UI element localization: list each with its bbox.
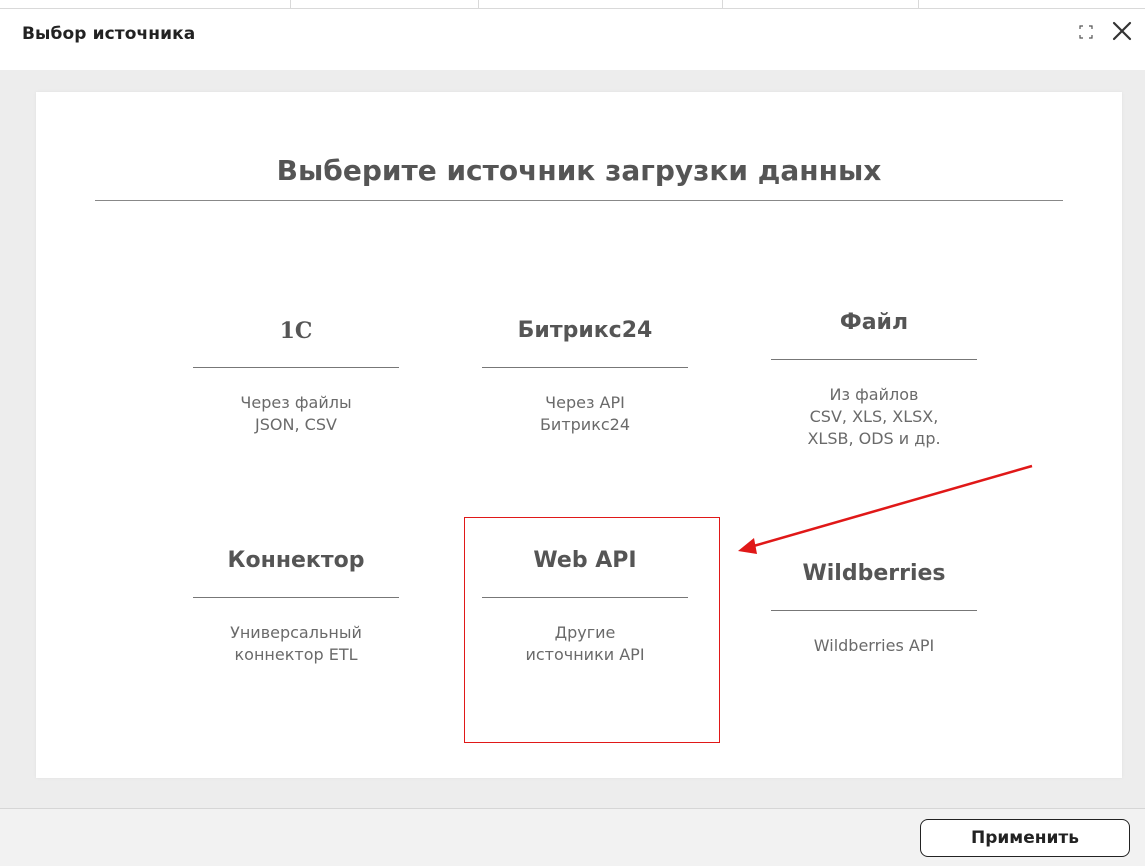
source-selection-dialog: Выбор источника Выберите источник загруз… [0, 0, 1145, 866]
option-description: Через файлы JSON, CSV [240, 393, 352, 434]
source-option-wildberries[interactable]: Wildberries Wildberries API [771, 560, 977, 657]
option-divider [771, 610, 977, 611]
option-title: Битрикс24 [517, 318, 653, 343]
close-icon[interactable] [1111, 20, 1133, 46]
apply-button[interactable]: Применить [920, 819, 1130, 857]
source-option-connector[interactable]: Коннектор Универсальный коннектор ETL [193, 547, 399, 666]
source-option-1c[interactable]: 1C Через файлы JSON, CSV [193, 317, 399, 436]
top-divider [0, 0, 1145, 9]
dialog-content: Выберите источник загрузки данных 1C Чер… [0, 70, 1145, 808]
expand-icon[interactable] [1079, 24, 1093, 43]
dialog-footer: Применить [0, 808, 1145, 866]
source-card: Выберите источник загрузки данных 1C Чер… [36, 92, 1122, 778]
option-description: Wildberries API [813, 636, 935, 655]
option-description: Из файлов CSV, XLS, XLSX, XLSB, ODS и др… [807, 385, 941, 448]
option-description: Другие источники API [525, 623, 645, 664]
option-divider [193, 597, 399, 598]
source-option-bitrix24[interactable]: Битрикс24 Через API Битрикс24 [482, 317, 688, 436]
heading-divider [95, 200, 1063, 201]
option-description: Через API Битрикс24 [539, 393, 631, 434]
window-controls [1079, 20, 1133, 46]
option-divider [482, 597, 688, 598]
option-divider [193, 367, 399, 368]
option-divider [771, 359, 977, 360]
option-title: Коннектор [227, 548, 365, 573]
source-option-file[interactable]: Файл Из файлов CSV, XLS, XLSX, XLSB, ODS… [771, 309, 977, 450]
option-title: Web API [533, 548, 637, 573]
option-title: Файл [839, 310, 909, 335]
dialog-title: Выбор источника [22, 24, 196, 44]
option-divider [482, 367, 688, 368]
option-title: 1C [279, 318, 313, 344]
option-description: Универсальный коннектор ETL [230, 623, 362, 664]
card-heading: Выберите источник загрузки данных [276, 154, 882, 187]
source-option-web-api[interactable]: Web API Другие источники API [482, 547, 688, 666]
option-title: Wildberries [802, 561, 946, 586]
